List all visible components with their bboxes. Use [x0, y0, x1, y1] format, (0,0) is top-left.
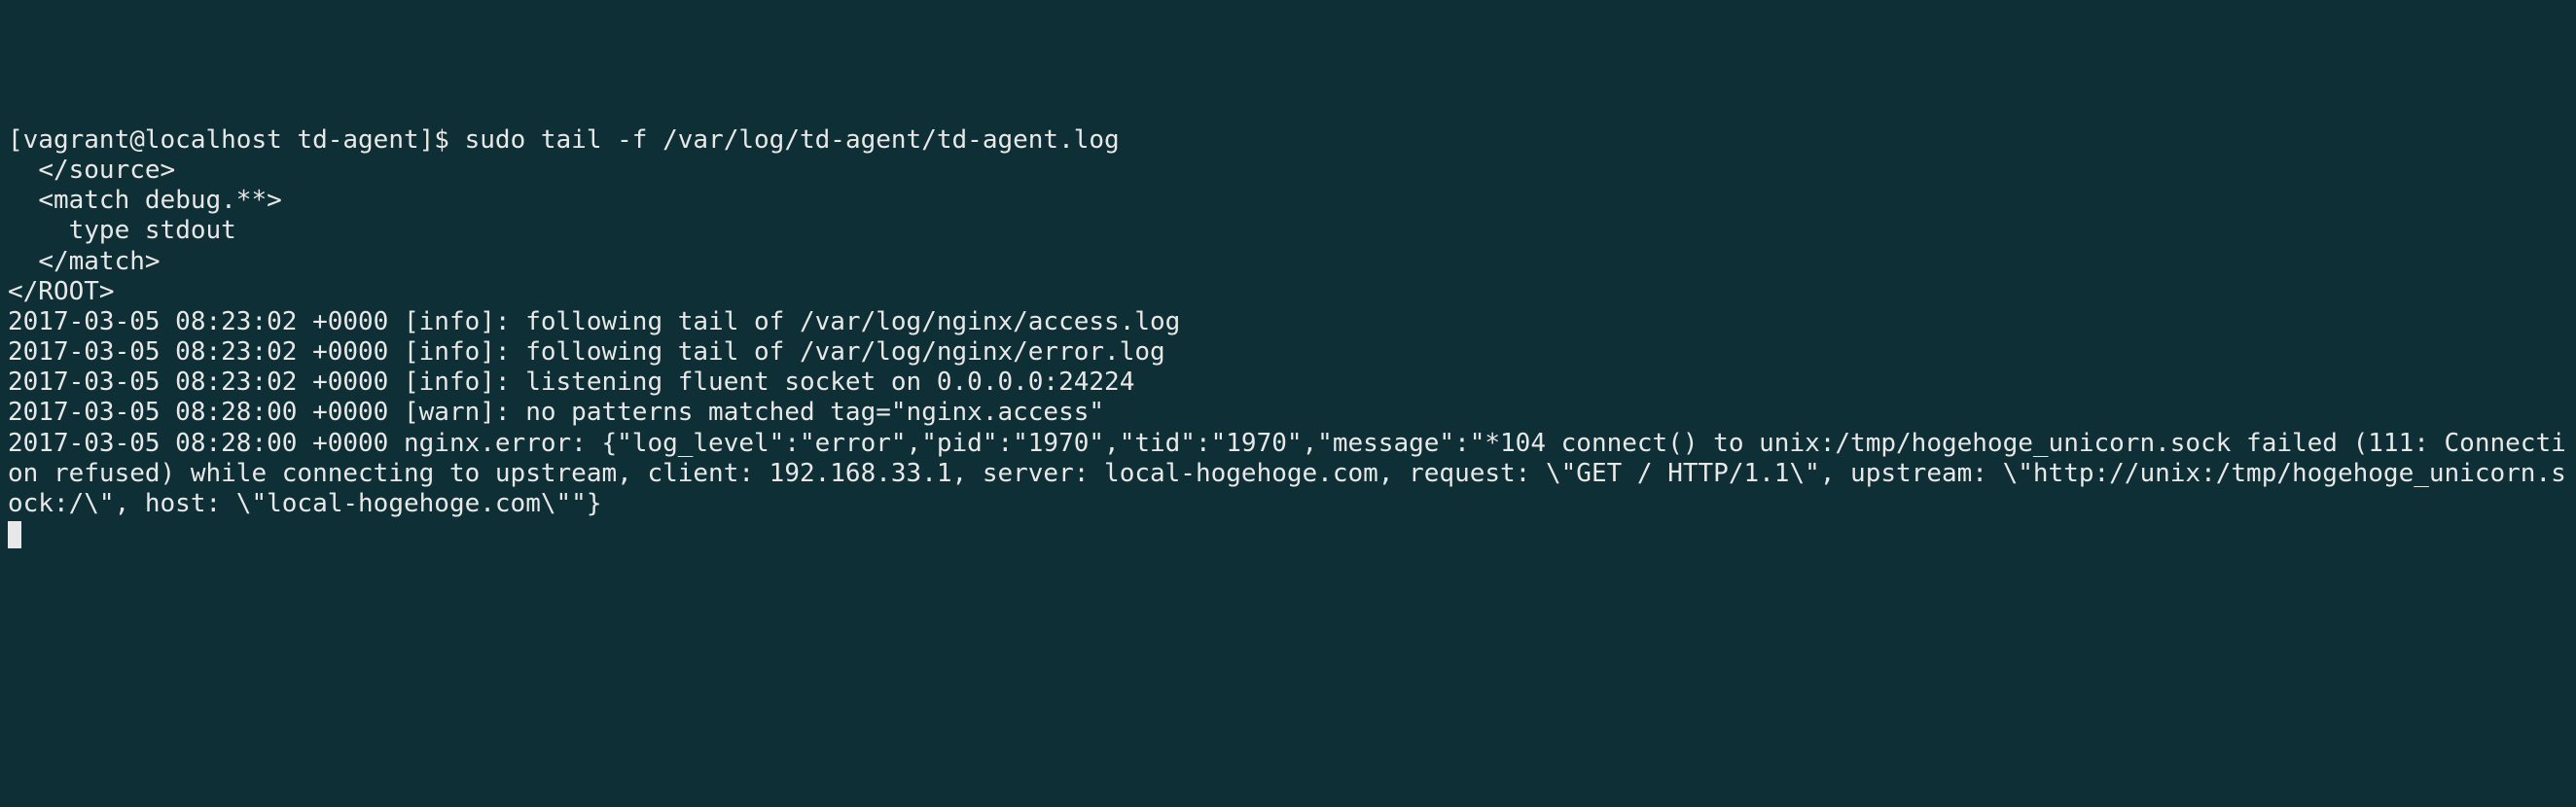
output-line: 2017-03-05 08:23:02 +0000 [info]: follow… — [8, 307, 2568, 337]
shell-prompt: [vagrant@localhost td-agent]$ — [8, 125, 465, 155]
output-line: </source> — [8, 156, 2568, 186]
command-line[interactable]: [vagrant@localhost td-agent]$ sudo tail … — [8, 125, 2568, 156]
output-line: 2017-03-05 08:28:00 +0000 [warn]: no pat… — [8, 398, 2568, 428]
output-line: type stdout — [8, 216, 2568, 246]
output-line: <match debug.**> — [8, 186, 2568, 216]
output-line: 2017-03-05 08:23:02 +0000 [info]: listen… — [8, 368, 2568, 398]
output-line: 2017-03-05 08:23:02 +0000 [info]: follow… — [8, 337, 2568, 368]
shell-command: sudo tail -f /var/log/td-agent/td-agent.… — [465, 125, 1120, 155]
output-line: 2017-03-05 08:28:00 +0000 nginx.error: {… — [8, 429, 2568, 520]
output-line: </match> — [8, 247, 2568, 277]
output-line: </ROOT> — [8, 277, 2568, 307]
cursor — [8, 521, 21, 548]
